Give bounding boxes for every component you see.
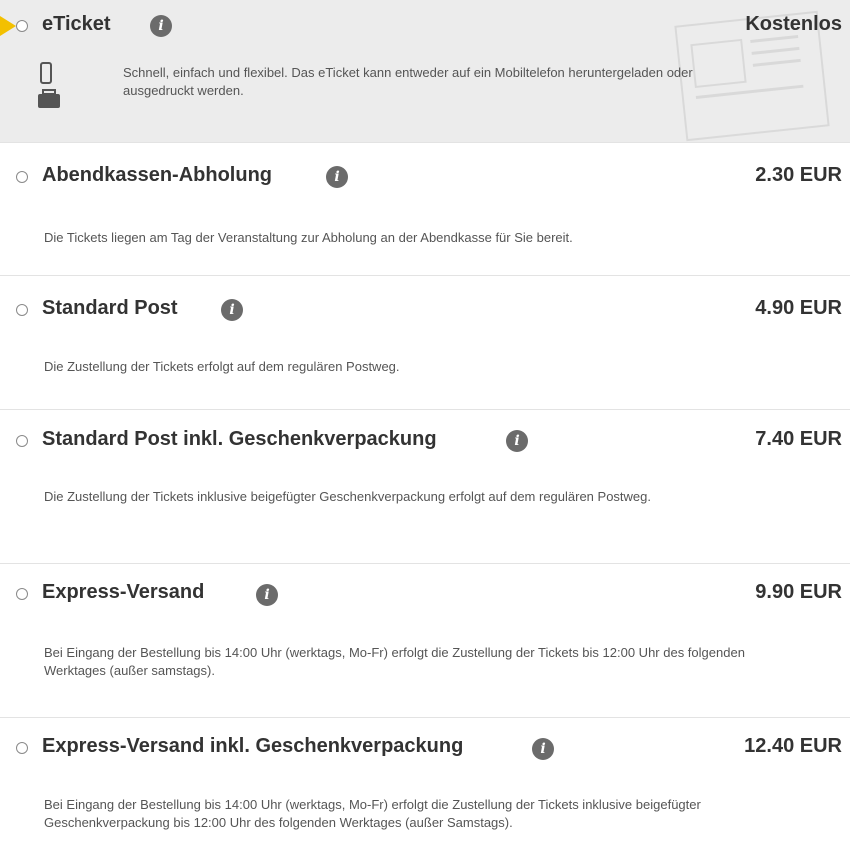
- radio-express[interactable]: [16, 588, 28, 600]
- option-description: Die Tickets liegen am Tag der Veranstalt…: [44, 230, 573, 245]
- option-description: Die Zustellung der Tickets erfolgt auf d…: [44, 359, 400, 374]
- delivery-option-standard-post-gift[interactable]: Standard Post inkl. Geschenkverpackung i…: [0, 410, 850, 564]
- option-description: Bei Eingang der Bestellung bis 14:00 Uhr…: [44, 645, 745, 678]
- option-price: 12.40 EUR: [744, 735, 842, 757]
- option-title: Abendkassen-Abholung: [42, 164, 273, 186]
- option-description: Schnell, einfach und flexibel. Das eTick…: [123, 65, 693, 98]
- option-title: Express-Versand inkl. Geschenkverpackung: [42, 735, 464, 757]
- radio-standard-post-gift[interactable]: [16, 435, 28, 447]
- info-icon[interactable]: i: [506, 430, 528, 452]
- info-icon[interactable]: i: [532, 738, 554, 760]
- delivery-option-express[interactable]: Express-Versand i 9.90 EUR Bei Eingang d…: [0, 564, 850, 718]
- radio-abendkasse[interactable]: [16, 171, 28, 183]
- option-title: Standard Post: [42, 297, 178, 319]
- delivery-option-eticket[interactable]: eTicket i Kostenlos Schnell, einfach und…: [0, 0, 850, 143]
- option-title: Express-Versand: [42, 581, 205, 603]
- mobile-phone-icon: [40, 62, 52, 84]
- option-price: Kostenlos: [745, 13, 842, 35]
- info-icon[interactable]: i: [256, 584, 278, 606]
- info-icon[interactable]: i: [326, 166, 348, 188]
- radio-express-gift[interactable]: [16, 742, 28, 754]
- selected-indicator: [0, 16, 16, 36]
- option-price: 4.90 EUR: [755, 297, 842, 319]
- delivery-option-abendkasse[interactable]: Abendkassen-Abholung i 2.30 EUR Die Tick…: [0, 143, 850, 276]
- delivery-option-express-gift[interactable]: Express-Versand inkl. Geschenkverpackung…: [0, 718, 850, 862]
- info-icon[interactable]: i: [150, 15, 172, 37]
- radio-standard-post[interactable]: [16, 304, 28, 316]
- info-icon[interactable]: i: [221, 299, 243, 321]
- option-title: eTicket: [42, 13, 111, 35]
- option-price: 7.40 EUR: [755, 428, 842, 450]
- radio-eticket[interactable]: [16, 20, 28, 32]
- delivery-option-standard-post[interactable]: Standard Post i 4.90 EUR Die Zustellung …: [0, 276, 850, 410]
- option-title: Standard Post inkl. Geschenkverpackung: [42, 428, 437, 450]
- option-price: 9.90 EUR: [755, 581, 842, 603]
- option-price: 2.30 EUR: [755, 164, 842, 186]
- printer-icon: [38, 89, 60, 108]
- option-description: Bei Eingang der Bestellung bis 14:00 Uhr…: [44, 797, 701, 830]
- option-description: Die Zustellung der Tickets inklusive bei…: [44, 489, 651, 504]
